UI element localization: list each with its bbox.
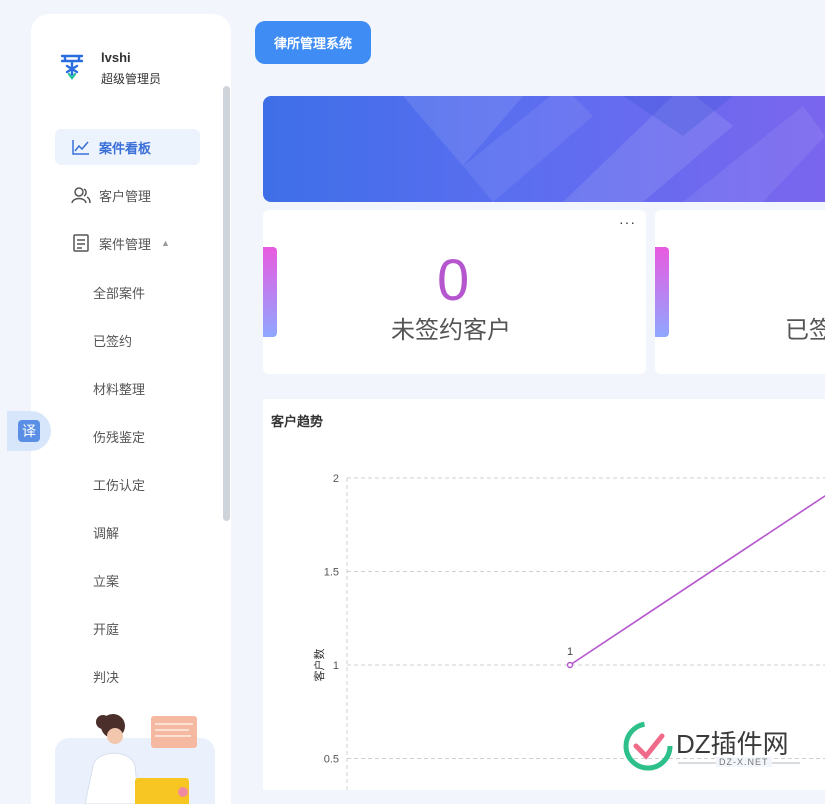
users-icon — [71, 185, 91, 205]
data-label: 1 — [567, 646, 573, 658]
menu-item-client-management[interactable]: 客户管理 — [55, 177, 200, 213]
y-axis-label: 客户数 — [312, 649, 326, 682]
y-tick-label: 2 — [333, 473, 339, 485]
user-role: 超级管理员 — [101, 72, 162, 86]
submenu-item-signed[interactable]: 已签约 — [93, 331, 132, 350]
stat-card-signed-clients: 已签 — [655, 210, 825, 374]
stat-value: 0 — [437, 248, 470, 313]
menu-label: 案件看板 — [99, 140, 152, 156]
y-tick-label: 1 — [333, 660, 339, 672]
watermark-brand: DZ插件网 — [676, 729, 789, 759]
stat-label: 未签约客户 — [391, 317, 511, 344]
law-logo-icon — [60, 54, 84, 80]
menu-label: 客户管理 — [99, 188, 152, 204]
submenu-item-judgment[interactable]: 判决 — [93, 667, 119, 686]
watermark-url: DZ-X.NET — [716, 757, 772, 767]
stat-card-unsigned-clients: 0 未签约客户 ··· — [263, 210, 646, 374]
translate-button[interactable]: 译 — [7, 411, 51, 451]
stat-accent-bar — [655, 247, 669, 337]
translate-icon: 译 — [18, 420, 40, 442]
menu-item-case-management[interactable]: 案件管理 ▲ — [55, 225, 200, 261]
header-banner — [263, 96, 825, 202]
submenu-item-filing[interactable]: 立案 — [93, 571, 119, 590]
menu-item-case-dashboard[interactable]: 案件看板 — [55, 129, 200, 165]
caret-up-icon: ▲ — [161, 238, 170, 248]
watermark: DZ插件网 DZ-X.NET — [620, 716, 825, 778]
y-tick-label: 0.5 — [324, 754, 339, 766]
stat-accent-bar — [263, 247, 277, 337]
y-tick-label: 1.5 — [324, 567, 339, 579]
submenu-item-all-cases[interactable]: 全部案件 — [93, 283, 145, 302]
banner-decoration — [403, 96, 825, 202]
sidebar-scrollbar[interactable] — [223, 86, 230, 521]
document-icon — [71, 233, 91, 253]
menu-label: 案件管理 — [99, 236, 152, 252]
user-name: lvshi — [101, 50, 131, 65]
system-title-button[interactable]: 律所管理系统 — [255, 21, 371, 64]
line-chart-icon — [71, 137, 91, 157]
more-options-icon[interactable]: ··· — [619, 214, 636, 230]
submenu-item-work-injury[interactable]: 工伤认定 — [93, 475, 145, 494]
sidebar: lvshi 超级管理员 案件看板 客户管理 案件管理 ▲ 全部案件 已签约 材料… — [31, 14, 231, 804]
submenu-item-hearing[interactable]: 开庭 — [93, 619, 119, 638]
submenu-item-materials[interactable]: 材料整理 — [93, 379, 145, 398]
data-point — [566, 661, 574, 669]
submenu-item-mediation[interactable]: 调解 — [93, 523, 119, 542]
submenu-item-disability-assessment[interactable]: 伤残鉴定 — [93, 427, 145, 446]
stat-label: 已签 — [785, 317, 825, 344]
